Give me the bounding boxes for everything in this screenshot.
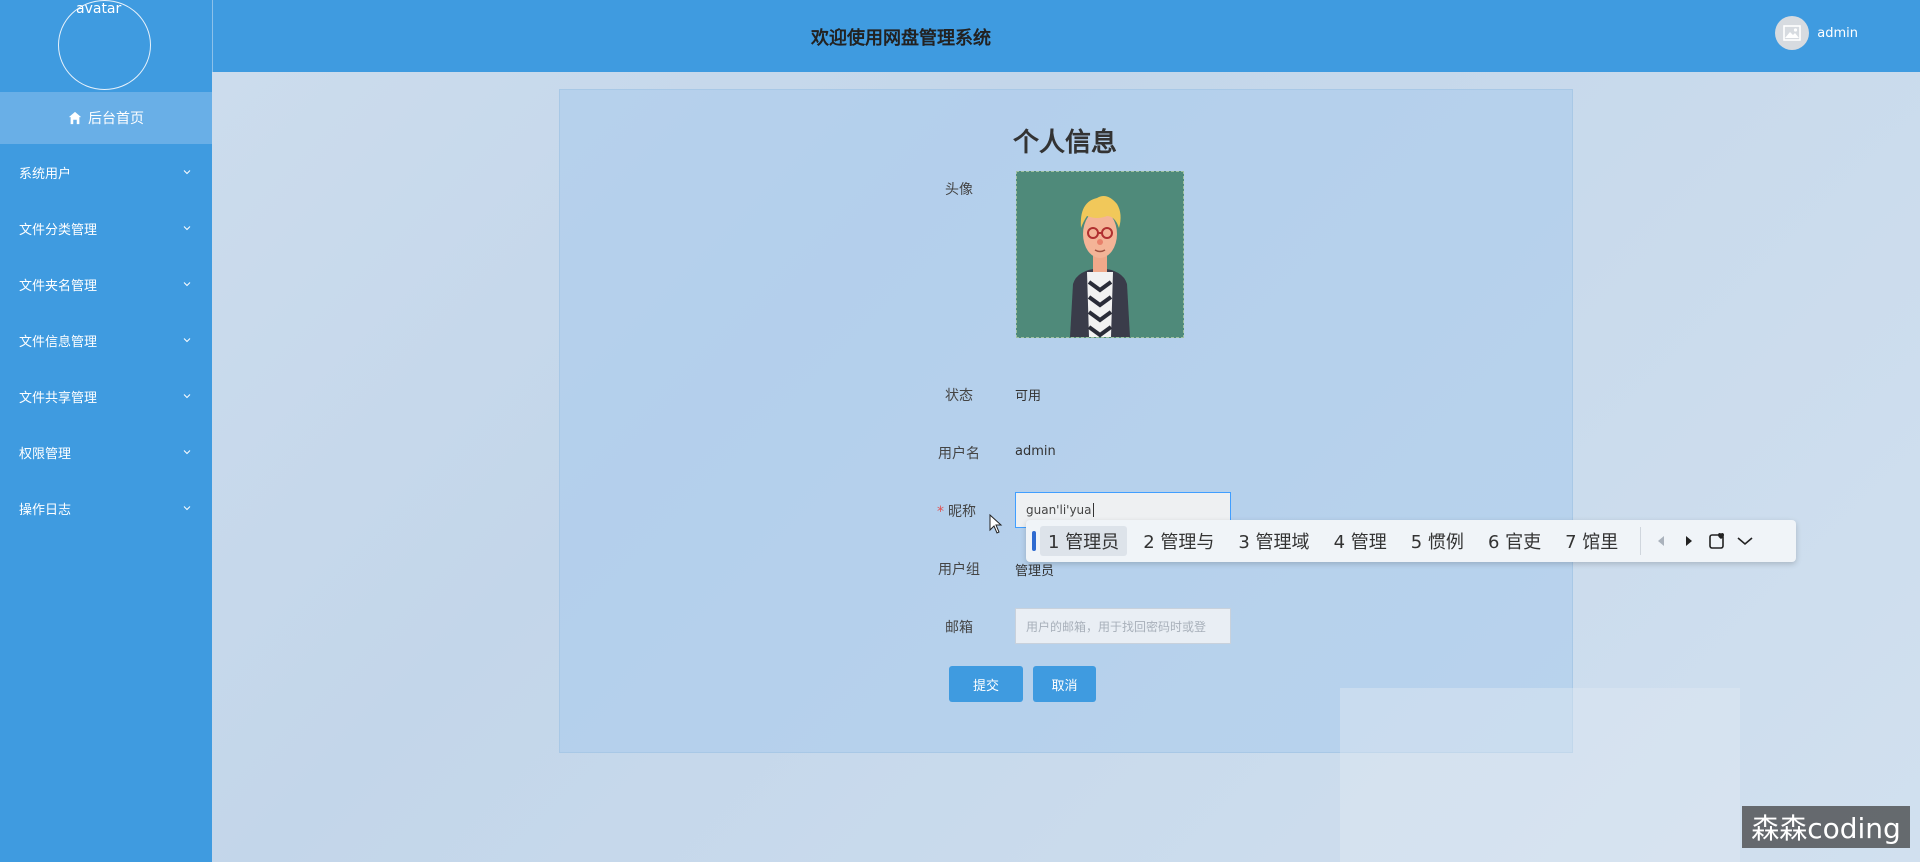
chevron-down-icon: [183, 338, 191, 343]
submit-button[interactable]: 提交: [949, 666, 1023, 702]
sidebar-item-system-users[interactable]: 系统用户: [0, 144, 212, 200]
sidebar-item-permissions[interactable]: 权限管理: [0, 424, 212, 480]
home-icon: [68, 111, 82, 125]
chevron-down-icon: [183, 450, 191, 455]
sidebar-item-label: 系统用户: [19, 166, 72, 182]
required-mark: *: [937, 504, 944, 520]
chevron-down-icon: [183, 394, 191, 399]
ime-candidate-bar: 1 管理员 2 管理与 3 管理域 4 管理 5 惯例 6 官吏 7 馆里: [1026, 520, 1796, 562]
sidebar-item-file-share[interactable]: 文件共享管理: [0, 368, 212, 424]
triangle-right-icon: [1686, 536, 1693, 546]
profile-title: 个人信息: [1013, 128, 1118, 158]
avatar-alt-text: avatar: [76, 1, 122, 17]
user-group-value: 管理员: [1015, 564, 1055, 579]
ime-candidate[interactable]: 4 管理: [1326, 526, 1395, 556]
heart-clipboard-icon: [1709, 533, 1725, 549]
user-group-label: 用户组: [938, 562, 980, 578]
sidebar-menu: 系统用户 文件分类管理 文件夹名管理 文件信息管理 文件共享管理 权限管理 操作…: [0, 144, 212, 536]
mouse-cursor-icon: [989, 514, 1003, 534]
username-label: 用户名: [938, 446, 980, 462]
user-menu[interactable]: admin: [1775, 16, 1858, 50]
ime-expand-button[interactable]: [1731, 526, 1759, 556]
status-value: 可用: [1015, 389, 1042, 404]
sidebar-item-label: 文件信息管理: [19, 334, 98, 350]
profile-avatar-upload[interactable]: [1016, 171, 1184, 338]
cancel-button[interactable]: 取消: [1033, 666, 1096, 702]
person-avatar-icon: [1017, 172, 1183, 337]
top-header: 欢迎使用网盘管理系统 admin: [212, 0, 1920, 72]
sidebar-item-label: 文件共享管理: [19, 390, 98, 406]
ime-next-page-button[interactable]: [1675, 526, 1703, 556]
email-label: 邮箱: [945, 620, 973, 636]
ime-candidate[interactable]: 7 馆里: [1557, 526, 1626, 556]
ime-prev-page-button[interactable]: [1647, 526, 1675, 556]
nickname-input-value: guan'li'yua: [1026, 503, 1092, 517]
sidebar-item-home-label: 后台首页: [88, 111, 144, 127]
avatar-label: 头像: [945, 182, 973, 198]
chevron-down-icon: [1737, 537, 1753, 546]
nickname-label: * 昵称: [876, 501, 976, 521]
ime-caret: [1032, 531, 1036, 551]
chevron-down-icon: [183, 506, 191, 511]
email-input[interactable]: 用户的邮箱，用于找回密码时或登: [1015, 608, 1231, 644]
username-value: admin: [1015, 444, 1056, 459]
ime-candidate[interactable]: 3 管理域: [1230, 526, 1317, 556]
email-placeholder: 用户的邮箱，用于找回密码时或登: [1026, 619, 1207, 634]
ime-favorite-button[interactable]: [1703, 526, 1731, 556]
triangle-left-icon: [1658, 536, 1665, 546]
sidebar-item-label: 文件分类管理: [19, 222, 98, 238]
ime-candidate[interactable]: 6 官吏: [1480, 526, 1549, 556]
sidebar-item-home[interactable]: 后台首页: [0, 92, 212, 144]
sidebar-item-label: 操作日志: [19, 502, 72, 518]
sidebar-item-file-info[interactable]: 文件信息管理: [0, 312, 212, 368]
page-title: 欢迎使用网盘管理系统: [811, 28, 991, 48]
chevron-down-icon: [183, 226, 191, 231]
chevron-down-icon: [183, 170, 191, 175]
chevron-down-icon: [183, 282, 191, 287]
watermark: 森森coding: [1742, 806, 1910, 848]
status-label: 状态: [945, 388, 973, 404]
image-placeholder-icon: [1783, 25, 1802, 41]
overlay-fade: [1340, 688, 1740, 862]
ime-divider: [1640, 527, 1642, 555]
nickname-label-text: 昵称: [948, 504, 976, 520]
ime-candidate[interactable]: 5 惯例: [1403, 526, 1472, 556]
text-caret: [1092, 503, 1094, 517]
sidebar-item-file-category[interactable]: 文件分类管理: [0, 200, 212, 256]
user-avatar[interactable]: [1775, 16, 1810, 50]
header-username[interactable]: admin: [1817, 26, 1858, 41]
ime-candidate[interactable]: 1 管理员: [1040, 526, 1128, 556]
sidebar-item-folder-name[interactable]: 文件夹名管理: [0, 256, 212, 312]
sidebar: avatar 后台首页 系统用户 文件分类管理 文件夹名管理 文件信息管理 文件…: [0, 0, 212, 862]
sidebar-item-operation-log[interactable]: 操作日志: [0, 480, 212, 536]
ime-candidate[interactable]: 2 管理与: [1135, 526, 1222, 556]
sidebar-item-label: 文件夹名管理: [19, 278, 98, 294]
sidebar-item-label: 权限管理: [19, 446, 72, 462]
